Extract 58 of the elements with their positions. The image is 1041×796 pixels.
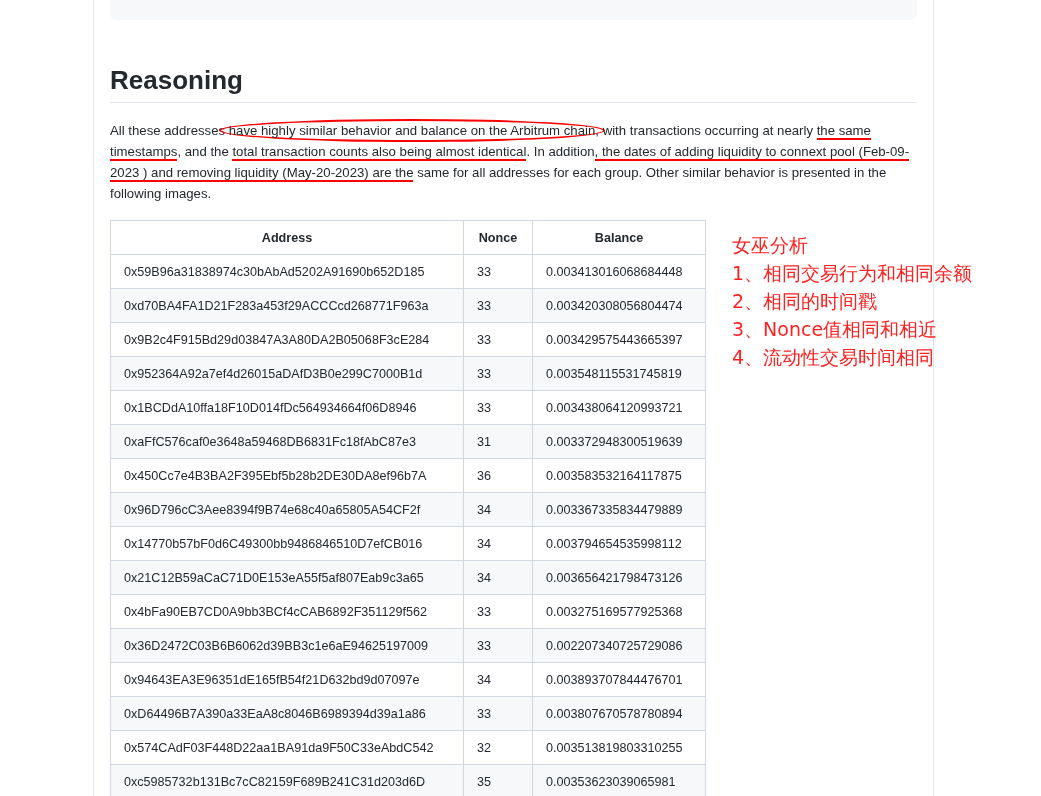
- table-cell: 0.003367335834479889: [532, 492, 706, 527]
- table-cell: 0.003275169577925368: [532, 594, 706, 629]
- table-cell: 34: [463, 662, 533, 697]
- annotation-note: 1、相同交易行为和相同余额: [732, 261, 973, 286]
- column-header: Address: [110, 220, 464, 255]
- table-cell: 33: [463, 288, 533, 323]
- table-cell: 34: [463, 492, 533, 527]
- table-cell: 0.00353623039065981: [532, 764, 706, 796]
- table-cell: 0.003794654535998112: [532, 526, 706, 561]
- table-cell: 0x952364A92a7ef4d26015aDAfD3B0e299C7000B1d: [110, 356, 464, 391]
- table-cell: 0x450Cc7e4B3BA2F395Ebf5b28b2DE30DA8ef96b7A: [110, 458, 464, 493]
- section-heading: Reasoning: [110, 64, 917, 103]
- table-cell: 0x94643EA3E96351dE165fB54f21D632bd9d07097e: [110, 662, 464, 697]
- table-cell: 0.003513819803310255: [532, 730, 706, 765]
- annotation-note: 4、流动性交易时间相同: [732, 345, 936, 370]
- table-cell: 0.003429575443665397: [532, 322, 706, 357]
- table-cell: 33: [463, 628, 533, 663]
- paragraph: All these addresses have highly similar behavior and balance on the Arbitrum chain, with transactions occurring at nearly the same timestamps, and the total transaction counts also being almost identical. In addition, the dates of adding liquidity to connext pool (Feb-09-2023 ) and removing liquidity (May-20-2023) are the same for all addresses for each group. Other similar behavior is presented in the following images.: [110, 120, 917, 204]
- table-cell: 0x96D796cC3Aee8394f9B74e68c40a65805A54CF2f: [110, 492, 464, 527]
- table-cell: 0.003807670578780894: [532, 696, 706, 731]
- table-cell: 0.003413016068684448: [532, 254, 706, 289]
- annotation-note: 2、相同的时间戳: [732, 289, 879, 314]
- table-cell: 0.003583532164117875: [532, 458, 706, 493]
- annotation-note: 3、Nonce值相同和相近: [732, 317, 939, 342]
- table-cell: 0x59B96a31838974c30bAbAd5202A91690b652D185: [110, 254, 464, 289]
- column-header: Nonce: [463, 220, 533, 255]
- table-cell: 0x21C12B59aCaC71D0E153eA55f5af807Eab9c3a65: [110, 560, 464, 595]
- table-cell: 33: [463, 322, 533, 357]
- table-cell: 0x1BCDdA10ffa18F10D014fDc564934664f06D8946: [110, 390, 464, 425]
- table-cell: 0.003420308056804474: [532, 288, 706, 323]
- table-cell: 33: [463, 594, 533, 629]
- table-cell: 0.003372948300519639: [532, 424, 706, 459]
- table-cell: 0x9B2c4F915Bd29d03847A3A80DA2B05068F3cE284: [110, 322, 464, 357]
- table-cell: 0.003438064120993721: [532, 390, 706, 425]
- column-header: Balance: [532, 220, 706, 255]
- table-cell: 0xaFfC576caf0e3648a59468DB6831Fc18fAbC87e3: [110, 424, 464, 459]
- table-cell: 0x4bFa90EB7CD0A9bb3BCf4cCAB6892F351129f562: [110, 594, 464, 629]
- annotation-note: 女巫分析: [732, 233, 809, 258]
- table-cell: 0xD64496B7A390a33EaA8c8046B6989394d39a1a86: [110, 696, 464, 731]
- table-cell: 36: [463, 458, 533, 493]
- table-cell: 0xd70BA4FA1D21F283a453f29ACCCcd268771F963a: [110, 288, 464, 323]
- table-cell: 33: [463, 254, 533, 289]
- table-cell: 34: [463, 560, 533, 595]
- table-cell: 0.003656421798473126: [532, 560, 706, 595]
- table-cell: 32: [463, 730, 533, 765]
- table-cell: 0xc5985732b131Bc7cC82159F689B241C31d203d6D: [110, 764, 464, 796]
- table-cell: 35: [463, 764, 533, 796]
- table-cell: 0.003548115531745819: [532, 356, 706, 391]
- table-cell: 0.002207340725729086: [532, 628, 706, 663]
- table-cell: 34: [463, 526, 533, 561]
- table-cell: 0x14770b57bF0d6C49300bb9486846510D7efCB016: [110, 526, 464, 561]
- table-cell: 0x36D2472C03B6B6062d39BB3c1e6aE94625197009: [110, 628, 464, 663]
- table-cell: 33: [463, 390, 533, 425]
- table-cell: 31: [463, 424, 533, 459]
- table-cell: 33: [463, 356, 533, 391]
- table-cell: 0.003893707844476701: [532, 662, 706, 697]
- table-cell: 33: [463, 696, 533, 731]
- table-cell: 0x574CAdF03F448D22aa1BA91da9F50C33eAbdC542: [110, 730, 464, 765]
